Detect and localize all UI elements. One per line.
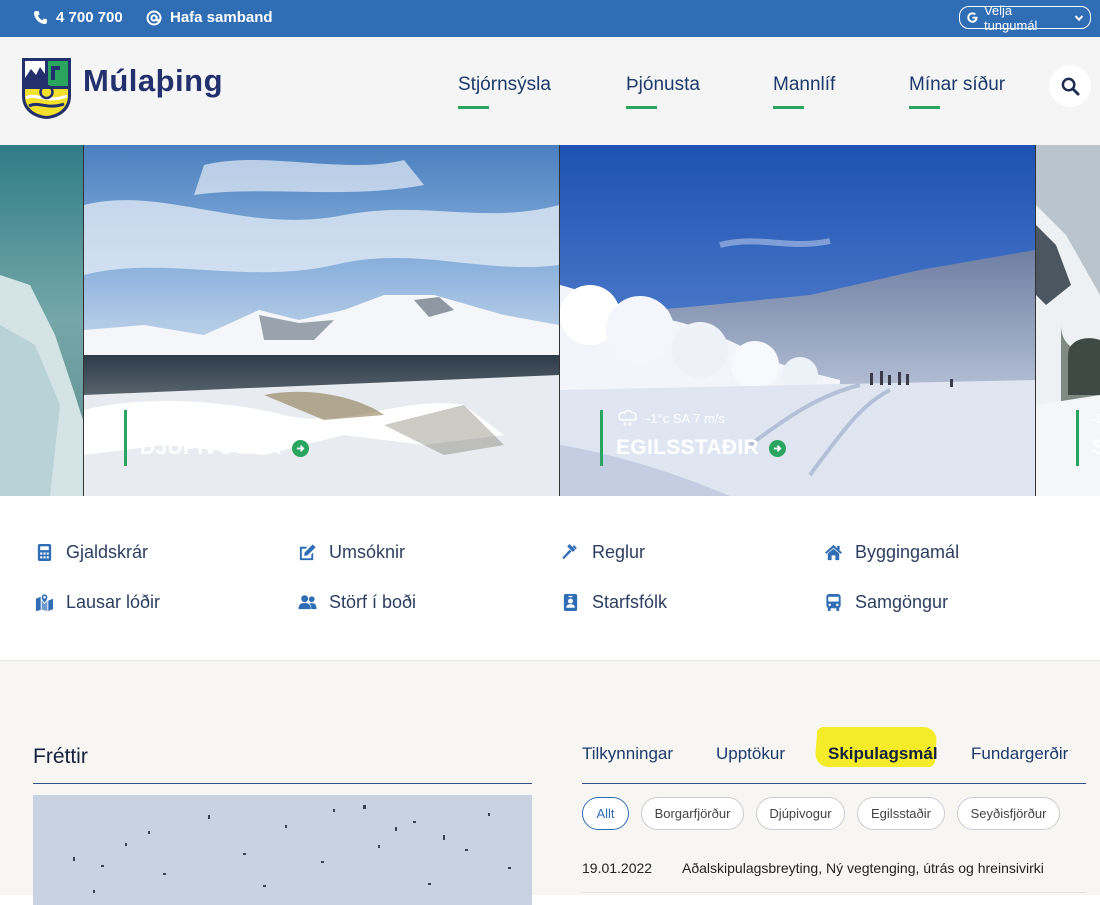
tab-tilkynningar[interactable]: Tilkynningar (582, 744, 673, 764)
quick-link-starfsfolk[interactable]: Starfsfólk (561, 592, 667, 613)
quick-link-label: Samgöngur (855, 592, 949, 612)
map-marker-icon (35, 593, 54, 612)
quick-link-label: Gjaldskrár (66, 542, 149, 562)
carousel-slide-partial-left[interactable] (0, 145, 83, 496)
quick-link-label: Lausar lóðir (66, 592, 161, 612)
filter-djupivogur[interactable]: Djúpivogur (756, 797, 845, 830)
filter-allt[interactable]: Allt (582, 797, 629, 830)
town-label: EGILSSTAÐIR (616, 436, 759, 459)
snowfall-photo (33, 795, 532, 905)
arrow-right-icon[interactable] (291, 439, 309, 457)
weather-info: -1°c SA 7 m/s (616, 409, 786, 426)
contact-link[interactable]: Hafa samband (146, 9, 273, 26)
announcement-row[interactable]: 19.01.2022 Aðalskipulagsbreyting, Ný veg… (582, 843, 1086, 893)
nav-underline (909, 106, 940, 109)
gavel-icon (562, 543, 577, 560)
filter-borgarfjordur[interactable]: Borgarfjörður (641, 797, 744, 830)
quick-link-label: Störf í boði (329, 592, 417, 612)
slide-caption: -0 S (1076, 410, 1100, 466)
coat-of-arms-icon (22, 58, 71, 119)
quick-link-byggingamal[interactable]: Byggingamál (824, 542, 959, 563)
town-name: S (1092, 436, 1100, 460)
weather-info: -0 (1092, 410, 1100, 426)
quick-link-label: Reglur (592, 542, 646, 562)
weather-info: -0°c ASA 13 m/s (140, 410, 309, 426)
nav-label: Stjórnsýsla (458, 74, 551, 95)
nav-stjornsysla[interactable]: Stjórnsýsla (458, 74, 551, 109)
at-icon (146, 10, 162, 25)
town-label: S (1092, 436, 1100, 459)
weather-text: -1°c SA 7 m/s (646, 410, 725, 426)
quick-link-gjaldskrar[interactable]: Gjaldskrár (35, 542, 148, 563)
nav-label: Mannlíf (773, 74, 836, 95)
search-button[interactable] (1049, 65, 1091, 107)
news-featured-image[interactable] (33, 795, 532, 905)
chevron-down-icon (1074, 14, 1084, 21)
nav-thjonusta[interactable]: Þjónusta (626, 74, 700, 109)
nav-underline (458, 106, 489, 109)
announcement-tabs: Tilkynningar Upptökur Skipulagsmál Funda… (582, 731, 1086, 784)
phone-link[interactable]: 4 700 700 (33, 9, 123, 26)
quick-link-label: Byggingamál (855, 542, 960, 562)
carousel-slide-djupivogur[interactable]: -0°c ASA 13 m/s DJÚPIVOGUR (84, 145, 559, 496)
site-header: Múlaþing Stjórnsýsla Þjónusta Mannlíf Mí… (0, 37, 1100, 145)
top-bar: 4 700 700 Hafa samband Velja tungumál (0, 0, 1100, 37)
town-carousel: -0°c ASA 13 m/s DJÚPIVOGUR -1°c SA 7 m/s… (0, 145, 1100, 496)
quick-link-storf-i-bodi[interactable]: Störf í boði (298, 592, 416, 613)
quick-link-reglur[interactable]: Reglur (561, 542, 645, 563)
quick-links: Gjaldskrár Umsóknir Reglur Byggingamál L… (0, 496, 1100, 661)
search-icon (1061, 77, 1080, 96)
quick-link-samgongur[interactable]: Samgöngur (824, 592, 948, 613)
nav-label: Mínar síður (909, 74, 1006, 95)
logo-text: Múlaþing (83, 63, 224, 98)
nav-minar-sidur[interactable]: Mínar síður (909, 74, 1006, 109)
news-divider (33, 783, 532, 784)
home-icon (824, 544, 843, 561)
weather-text: -0 (1092, 410, 1100, 426)
slide-caption: -0°c ASA 13 m/s DJÚPIVOGUR (124, 410, 309, 466)
news-heading: Fréttir (33, 745, 88, 768)
nav-underline (773, 106, 804, 109)
tab-skipulagsmal[interactable]: Skipulagsmál (828, 744, 938, 764)
contact-label: Hafa samband (170, 9, 273, 26)
bus-icon (826, 593, 841, 612)
id-badge-icon (563, 593, 578, 612)
town-name: DJÚPIVOGUR (140, 436, 309, 460)
tab-upptokur[interactable]: Upptökur (716, 744, 785, 764)
filter-egilsstadir[interactable]: Egilsstaðir (857, 797, 945, 830)
nav-label: Þjónusta (626, 74, 700, 95)
quick-link-label: Starfsfólk (592, 592, 668, 612)
announcement-date: 19.01.2022 (582, 860, 653, 876)
carousel-slide-egilsstadir[interactable]: -1°c SA 7 m/s EGILSSTAÐIR (560, 145, 1035, 496)
glacier-photo (0, 145, 83, 496)
phone-number: 4 700 700 (56, 9, 123, 26)
language-label: Velja tungumál (983, 2, 1038, 33)
snow-cloud-icon (618, 409, 637, 426)
weather-text: -0°c ASA 13 m/s (140, 410, 235, 426)
quick-link-umsoknir[interactable]: Umsóknir (298, 542, 405, 563)
arrow-right-icon[interactable] (768, 439, 786, 457)
nav-underline (626, 106, 657, 109)
town-label: DJÚPIVOGUR (140, 436, 282, 459)
tabs-divider (582, 783, 1086, 784)
news-section: Fréttir Tilkynningar Upptökur Skipulagsm… (0, 661, 1100, 905)
carousel-slide-partial-right[interactable]: -0 S (1036, 145, 1100, 496)
calculator-icon (37, 543, 52, 562)
nav-mannlif[interactable]: Mannlíf (773, 74, 836, 109)
quick-link-lausar-lodir[interactable]: Lausar lóðir (35, 592, 160, 613)
quick-link-label: Umsóknir (329, 542, 406, 562)
announcement-title: Aðalskipulagsbreyting, Ný vegtenging, út… (682, 860, 1044, 876)
users-icon (298, 595, 317, 610)
google-icon (967, 12, 978, 23)
language-select[interactable]: Velja tungumál (959, 3, 1091, 33)
phone-icon (33, 10, 48, 25)
filter-seydisfjordur[interactable]: Seyðisfjörður (957, 797, 1060, 830)
site-logo[interactable]: Múlaþing (20, 56, 223, 120)
slide-caption: -1°c SA 7 m/s EGILSSTAÐIR (600, 409, 786, 466)
town-name: EGILSSTAÐIR (616, 436, 786, 460)
tab-fundargerdir[interactable]: Fundargerðir (971, 744, 1068, 764)
edit-icon (299, 544, 316, 561)
